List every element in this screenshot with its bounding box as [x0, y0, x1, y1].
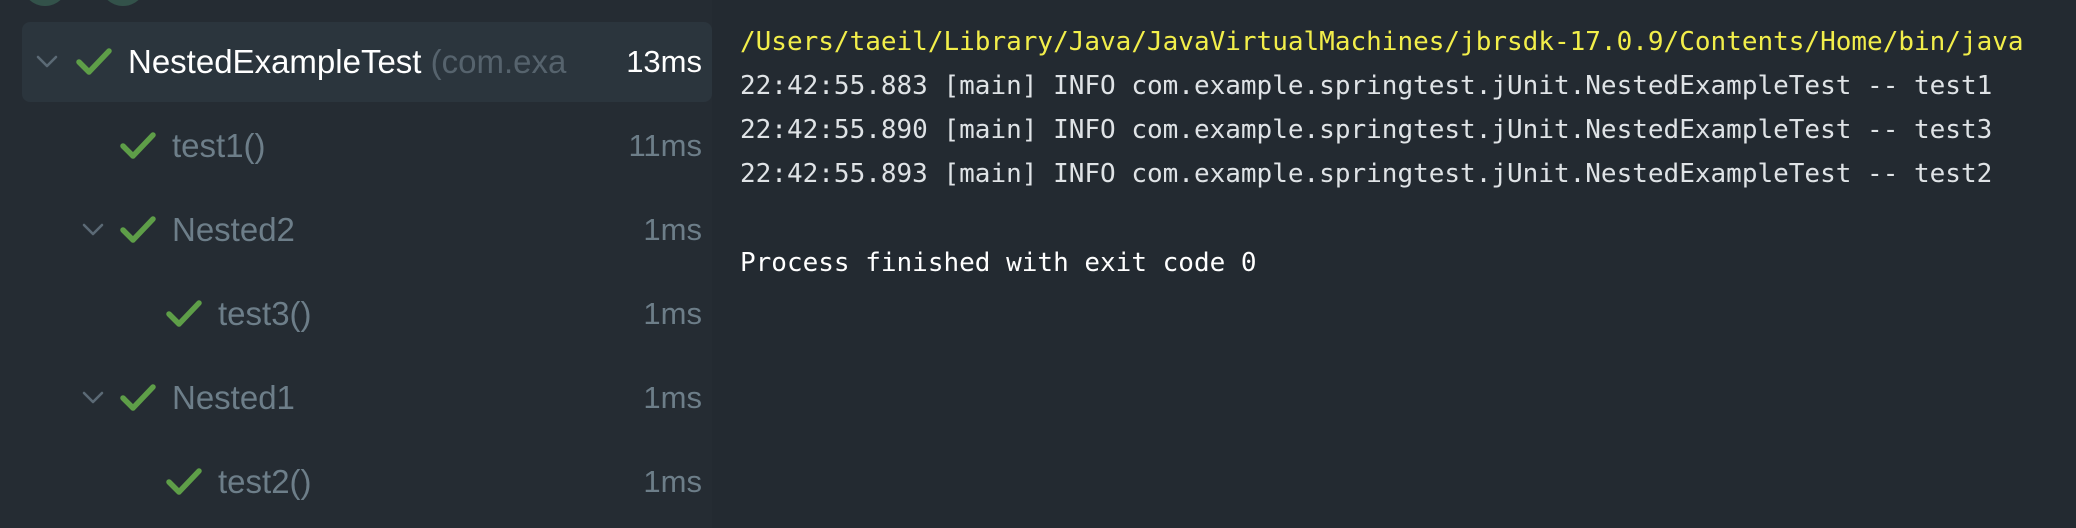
check-icon: [118, 358, 158, 438]
tree-row-test1[interactable]: test1() 11ms: [22, 106, 712, 186]
console-output[interactable]: /Users/taeil/Library/Java/JavaVirtualMac…: [712, 0, 2076, 528]
tree-row-root[interactable]: NestedExampleTest (com.exa 13ms: [22, 22, 712, 102]
chevron-down-icon[interactable]: [34, 22, 60, 102]
test-runner-window: NestedExampleTest (com.exa 13ms test1() …: [0, 0, 2076, 528]
test-duration: 1ms: [643, 296, 702, 331]
test-duration: 13ms: [614, 22, 702, 102]
tree-row-label: test3(): [218, 295, 312, 332]
tree-row-test3[interactable]: test3() 1ms: [22, 274, 712, 354]
test-duration: 1ms: [643, 464, 702, 499]
check-icon: [118, 190, 158, 270]
chevron-down-icon[interactable]: [80, 190, 106, 270]
tree-row-label: test1(): [172, 127, 266, 164]
tree-row-label: Nested1: [172, 379, 295, 416]
tree-row-label: NestedExampleTest (com.exa: [128, 22, 668, 102]
test-class-package: (com.exa: [430, 43, 567, 80]
check-icon: [118, 106, 158, 186]
tree-row-nested2[interactable]: Nested2 1ms: [22, 190, 712, 270]
test-class-name: NestedExampleTest: [128, 43, 422, 80]
console-log-line: 22:42:55.893 [main] INFO com.example.spr…: [740, 159, 1993, 189]
tree-row-label: Nested2: [172, 211, 295, 248]
test-duration: 1ms: [643, 212, 702, 247]
test-duration: 11ms: [628, 128, 702, 163]
check-icon: [164, 274, 204, 354]
tree-row-nested1[interactable]: Nested1 1ms: [22, 358, 712, 438]
tree-row-test2[interactable]: test2() 1ms: [22, 442, 712, 522]
console-command-line[interactable]: /Users/taeil/Library/Java/JavaVirtualMac…: [740, 24, 2024, 60]
console-log-line: 22:42:55.883 [main] INFO com.example.spr…: [740, 71, 1993, 101]
process-finished-message: Process finished with exit code 0: [740, 248, 1257, 278]
chevron-down-icon[interactable]: [80, 358, 106, 438]
console-log-line: 22:42:55.890 [main] INFO com.example.spr…: [740, 115, 1993, 145]
test-duration: 1ms: [643, 380, 702, 415]
test-results-tree: NestedExampleTest (com.exa 13ms test1() …: [0, 0, 712, 528]
check-icon: [74, 22, 114, 102]
toolbar-button[interactable]: [22, 0, 68, 6]
toolbar-button[interactable]: [100, 0, 146, 6]
tree-row-label: test2(): [218, 463, 312, 500]
check-icon: [164, 442, 204, 522]
